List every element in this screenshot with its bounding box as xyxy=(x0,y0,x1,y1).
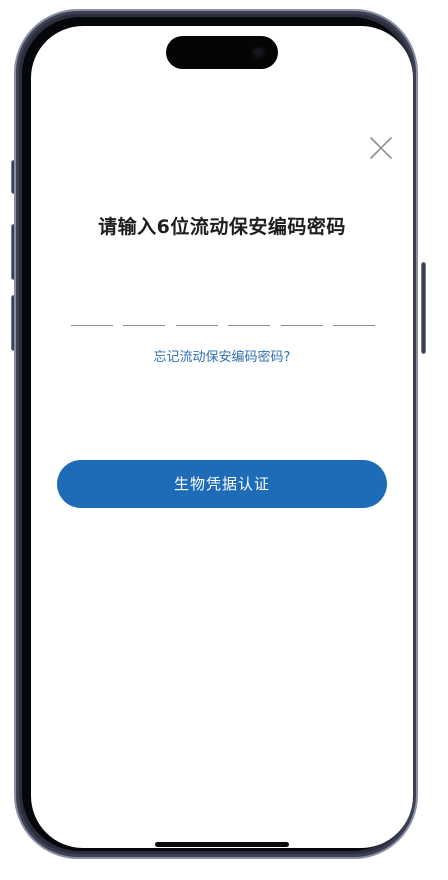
forgot-password-link[interactable]: 忘记流动保安编码密码? xyxy=(31,346,413,365)
page-title: 请输入6位流动保安编码密码 xyxy=(98,216,346,238)
pin-input[interactable] xyxy=(71,312,375,326)
close-button[interactable] xyxy=(367,134,395,162)
phone-screen: 请输入6位流动保安编码密码 忘记流动保安编码密码? 生物凭据认证 xyxy=(31,26,413,848)
power-button xyxy=(421,262,426,354)
dynamic-island xyxy=(166,36,278,69)
pin-slot-4[interactable] xyxy=(228,312,270,326)
pin-slot-1[interactable] xyxy=(71,312,113,326)
pin-slot-6[interactable] xyxy=(333,312,375,326)
pin-slot-3[interactable] xyxy=(176,312,218,326)
biometric-auth-button[interactable]: 生物凭据认证 xyxy=(57,460,387,508)
close-icon xyxy=(370,137,392,159)
device-mockup: 请输入6位流动保安编码密码 忘记流动保安编码密码? 生物凭据认证 xyxy=(0,0,448,880)
pin-slot-5[interactable] xyxy=(281,312,323,326)
front-camera xyxy=(252,46,265,59)
home-indicator[interactable] xyxy=(155,842,289,847)
pin-slot-2[interactable] xyxy=(123,312,165,326)
